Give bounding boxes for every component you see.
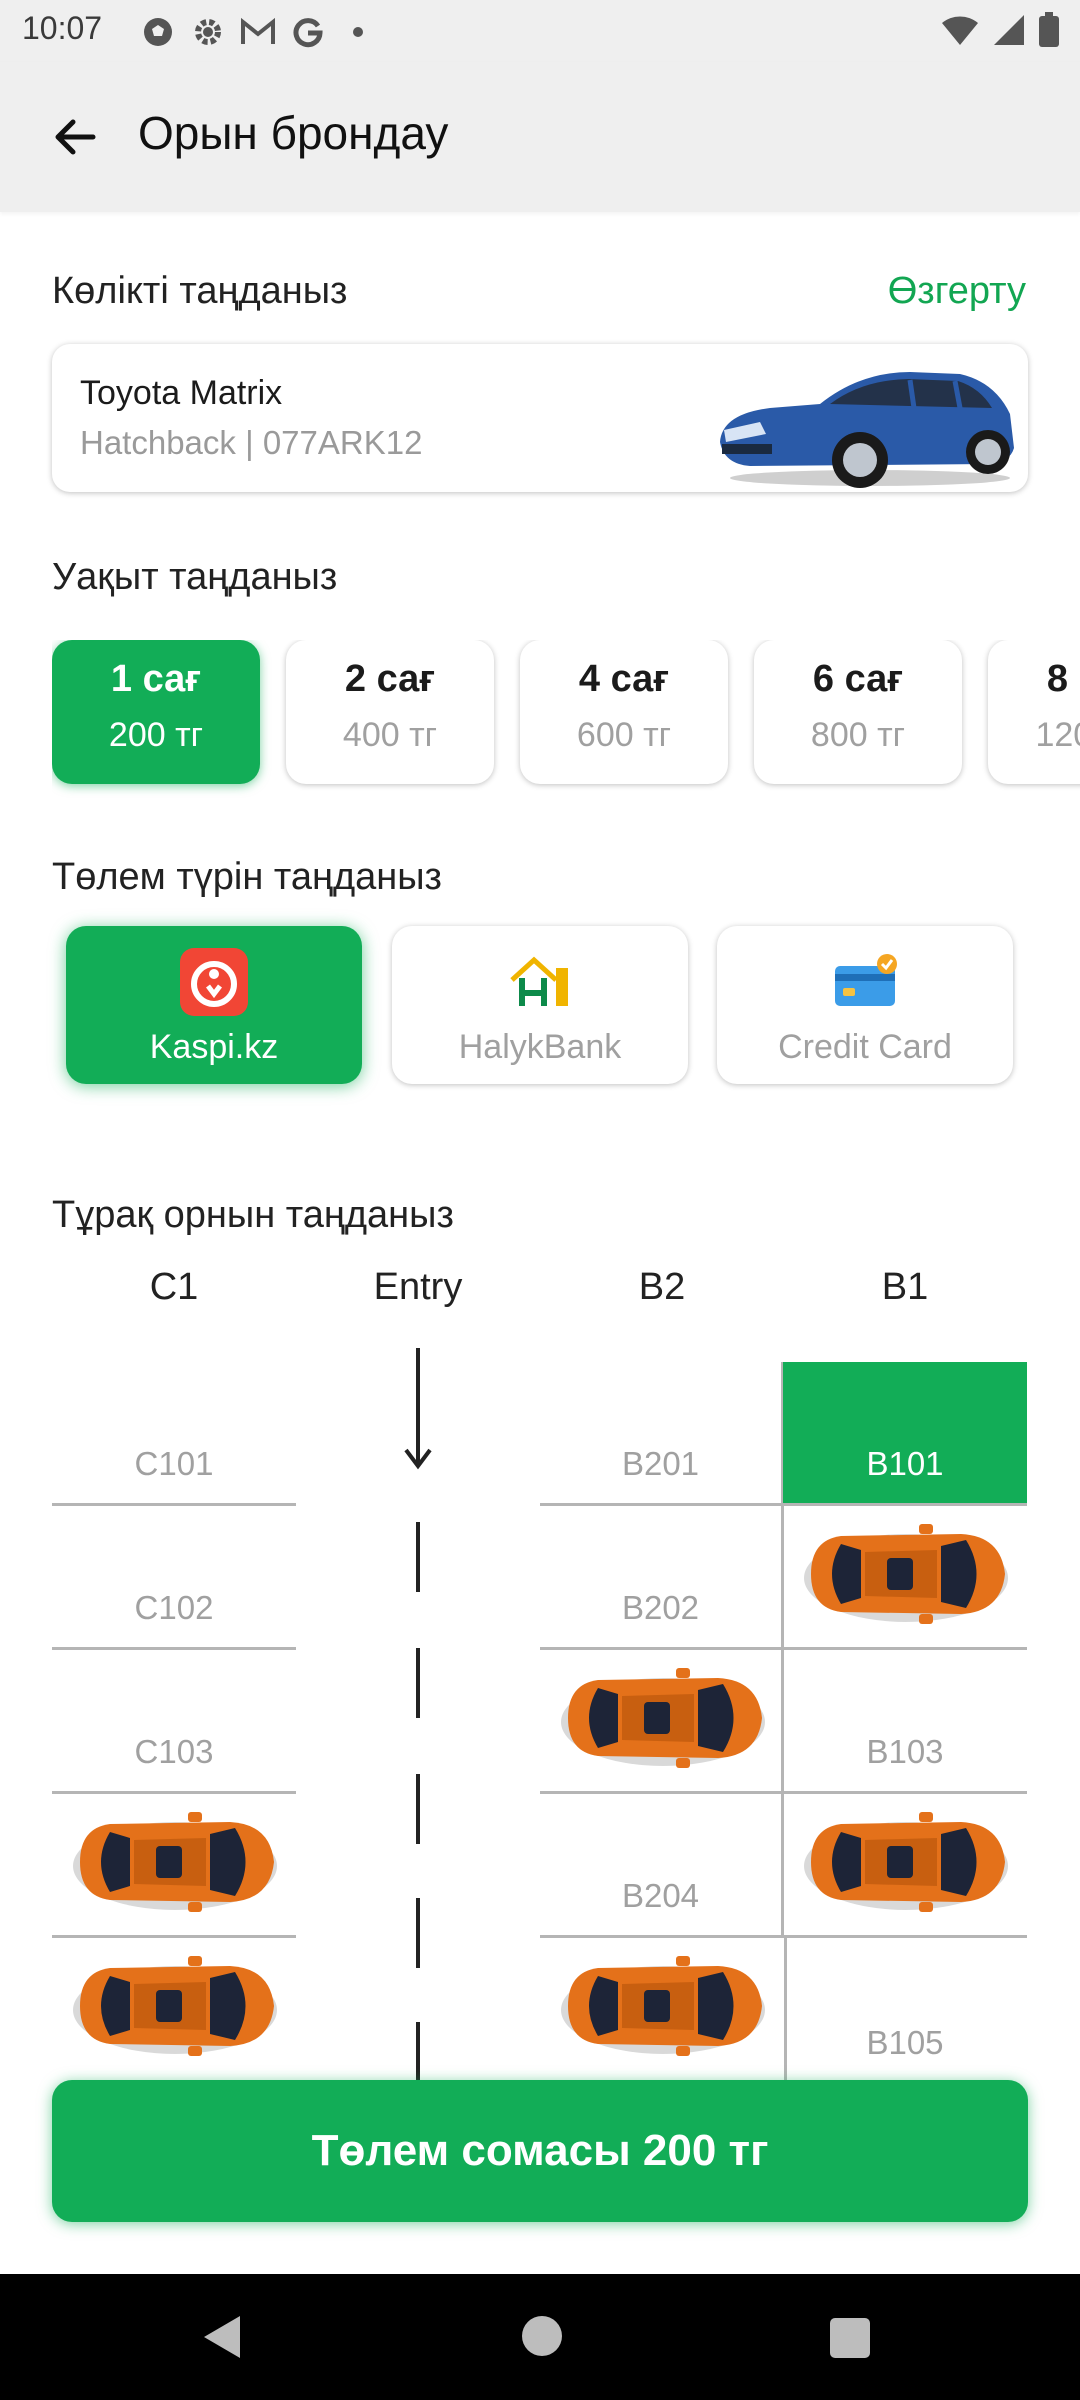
lane-divider xyxy=(416,1774,420,1844)
column-header-b1: B1 xyxy=(881,1266,929,1308)
time-option-label: 4 сағ xyxy=(578,658,670,700)
time-option-2h[interactable]: 2 сағ 400 тг xyxy=(286,640,494,784)
payment-section-title: Төлем түрін таңданыз xyxy=(52,856,442,898)
nav-back-icon[interactable] xyxy=(200,2314,244,2360)
spot-label: B201 xyxy=(621,1445,700,1482)
notification-icons xyxy=(140,14,376,50)
parked-car-icon xyxy=(561,1668,765,1768)
parking-spot-c104 xyxy=(52,1794,296,1938)
parking-spot-c101[interactable]: C101 xyxy=(52,1362,296,1506)
time-option-label: 1 сағ xyxy=(110,658,202,700)
spot-label: C103 xyxy=(134,1733,214,1770)
payment-option-credit-card[interactable]: Credit Card xyxy=(717,926,1013,1084)
lane-divider xyxy=(416,1522,420,1592)
gmail-icon xyxy=(240,14,276,50)
parking-spot-b203 xyxy=(540,1650,784,1794)
back-button[interactable] xyxy=(40,102,110,172)
system-icons xyxy=(940,12,1060,48)
spot-label: B204 xyxy=(621,1877,700,1914)
wifi-icon xyxy=(942,16,978,45)
app-bar: Орын брондау xyxy=(0,62,1080,212)
parking-spot-b103[interactable]: B103 xyxy=(783,1650,1027,1794)
parked-car-icon xyxy=(73,1956,277,2056)
arrow-left-icon xyxy=(55,119,96,155)
parking-spot-b202[interactable]: B202 xyxy=(540,1506,784,1650)
lane-divider xyxy=(416,1648,420,1718)
time-section-title: Уақыт таңданыз xyxy=(52,556,338,598)
car-image xyxy=(720,372,1014,488)
parked-car-icon xyxy=(561,1956,765,2056)
status-time: 10:07 xyxy=(22,10,103,46)
payment-option-kaspi[interactable]: Kaspi.kz xyxy=(66,926,362,1084)
system-nav-bar xyxy=(0,2274,1080,2400)
spot-label: B101 xyxy=(866,1445,944,1482)
parking-spot-c102[interactable]: C102 xyxy=(52,1506,296,1650)
payment-option-halyk[interactable]: HalykBank xyxy=(392,926,688,1084)
vehicle-name: Toyota Matrix xyxy=(80,374,283,412)
payment-option-label: HalykBank xyxy=(458,1028,622,1066)
dot-icon xyxy=(340,14,376,50)
payment-option-label: Kaspi.kz xyxy=(149,1028,279,1066)
spot-label: C102 xyxy=(134,1589,214,1626)
time-option-price: 1200 тг xyxy=(1035,716,1080,754)
halyk-icon xyxy=(510,956,568,1006)
parking-spot-b101[interactable]: B101 xyxy=(783,1362,1027,1506)
time-options-row: 1 сағ 200 тг 2 сағ 400 тг 4 сағ 600 тг 6… xyxy=(52,640,1080,800)
parked-car-icon xyxy=(804,1812,1008,1912)
parking-spot-b104 xyxy=(783,1794,1027,1938)
parking-spot-b102 xyxy=(783,1506,1027,1650)
parked-car-icon xyxy=(73,1812,277,1912)
nav-recents-icon[interactable] xyxy=(830,2318,870,2358)
entry-arrow-icon xyxy=(404,1348,432,1470)
column-header-b2: B2 xyxy=(638,1266,686,1308)
parking-spot-c103[interactable]: C103 xyxy=(52,1650,296,1794)
time-option-4h[interactable]: 4 сағ 600 тг xyxy=(520,640,728,784)
kaspi-icon xyxy=(180,948,248,1016)
page-title: Орын брондау xyxy=(138,107,449,159)
time-option-price: 600 тг xyxy=(576,716,672,754)
time-option-8h[interactable]: 8 сағ 1200 тг xyxy=(988,640,1080,784)
parking-section-title: Тұрақ орнын таңданыз xyxy=(52,1194,454,1236)
parking-spot-b105[interactable]: B105 xyxy=(783,1938,1027,2082)
time-option-6h[interactable]: 6 сағ 800 тг xyxy=(754,640,962,784)
google-icon xyxy=(290,14,326,50)
time-option-price: 800 тг xyxy=(810,716,906,754)
vehicle-section-title: Көлікті таңданыз xyxy=(52,270,348,312)
time-option-price: 200 тг xyxy=(108,716,204,754)
status-bar: 10:07 xyxy=(0,0,1080,62)
pay-button[interactable]: Төлем сомасы 200 тг xyxy=(52,2080,1028,2222)
parking-spot-b201[interactable]: B201 xyxy=(540,1362,784,1506)
battery-icon xyxy=(1039,12,1059,47)
vehicle-details: Hatchback | 077ARK12 xyxy=(80,424,423,461)
time-option-label: 2 сағ xyxy=(344,658,436,700)
gear-icon xyxy=(190,14,226,50)
soccer-icon xyxy=(140,14,176,50)
vehicle-card[interactable]: Toyota Matrix Hatchback | 077ARK12 xyxy=(52,344,1028,492)
column-header-entry: Entry xyxy=(373,1266,463,1308)
lane-divider xyxy=(416,1898,420,1968)
spot-label: B105 xyxy=(866,2024,944,2061)
spot-label: C101 xyxy=(134,1445,214,1482)
payment-option-label: Credit Card xyxy=(778,1028,952,1066)
time-option-price: 400 тг xyxy=(342,716,438,754)
signal-icon xyxy=(994,15,1024,45)
spot-label: B103 xyxy=(866,1733,944,1770)
time-option-1h[interactable]: 1 сағ 200 тг xyxy=(52,640,260,784)
credit-card-icon xyxy=(835,954,897,1006)
nav-home-icon[interactable] xyxy=(522,2316,562,2356)
column-header-c1: C1 xyxy=(149,1266,199,1308)
parking-spot-b205 xyxy=(540,1938,787,2082)
time-option-label: 8 сағ xyxy=(1046,658,1080,700)
parked-car-icon xyxy=(804,1524,1008,1624)
spot-label: B202 xyxy=(621,1589,700,1626)
parking-spot-b204[interactable]: B204 xyxy=(540,1794,784,1938)
parking-spot-c105 xyxy=(52,1938,296,2082)
lane-divider xyxy=(416,2022,420,2080)
time-option-label: 6 сағ xyxy=(812,658,904,700)
change-vehicle-link[interactable]: Өзгерту xyxy=(888,270,1026,313)
